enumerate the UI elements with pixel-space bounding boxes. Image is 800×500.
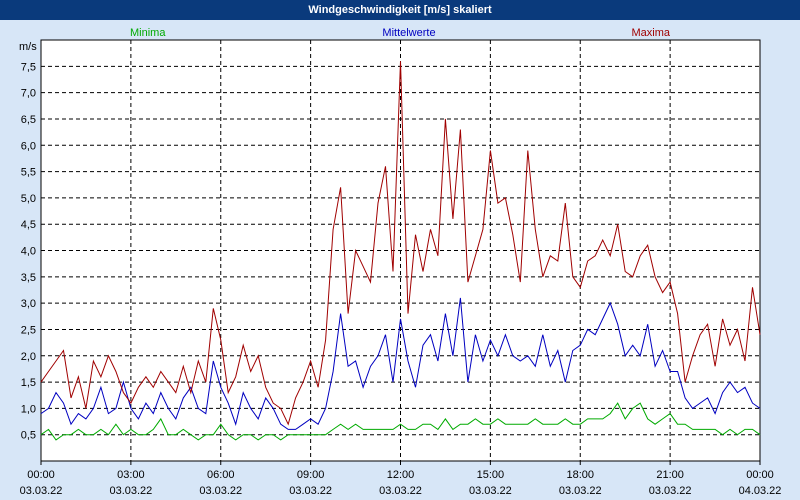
y-tick-label: 5,0 xyxy=(21,193,36,205)
x-tick-time: 15:00 xyxy=(477,469,505,481)
x-tick-time: 03:00 xyxy=(117,469,145,481)
x-tick-date: 03.03.22 xyxy=(559,485,602,497)
y-tick-label: 6,5 xyxy=(21,114,36,126)
legend-minima: Minima xyxy=(130,27,166,39)
x-tick-date: 03.03.22 xyxy=(469,485,512,497)
y-tick-label: 7,5 xyxy=(21,61,36,73)
y-tick-label: 3,5 xyxy=(21,272,36,284)
x-tick-time: 18:00 xyxy=(566,469,594,481)
y-tick-label: 2,0 xyxy=(21,351,36,363)
y-tick-label: 5,5 xyxy=(21,167,36,179)
y-tick-label: 4,0 xyxy=(21,246,36,258)
x-axis: 00:00 03.03.22 03:00 03.03.22 06:00 03.03.22 0… xyxy=(20,461,782,497)
legend-mittelwerte: Mittelwerte xyxy=(382,27,435,39)
y-tick-label: 2,5 xyxy=(21,324,36,336)
y-axis-label: m/s xyxy=(19,41,37,53)
y-tick-label: 6,0 xyxy=(21,140,36,152)
x-tick-date: 03.03.22 xyxy=(289,485,332,497)
y-tick-label: 1,0 xyxy=(21,403,36,415)
x-tick-time: 09:00 xyxy=(297,469,325,481)
x-tick-time: 12:00 xyxy=(387,469,415,481)
y-tick-label: 1,5 xyxy=(21,377,36,389)
chart-title: Windgeschwindigkeit [m/s] skaliert xyxy=(0,0,800,20)
x-tick-date: 04.03.22 xyxy=(739,485,782,497)
x-tick-time: 06:00 xyxy=(207,469,235,481)
x-tick-date: 03.03.22 xyxy=(649,485,692,497)
y-tick-label: 4,5 xyxy=(21,219,36,231)
y-tick-label: 7,0 xyxy=(21,88,36,100)
x-tick-date: 03.03.22 xyxy=(199,485,242,497)
x-tick-time: 21:00 xyxy=(656,469,684,481)
legend-maxima: Maxima xyxy=(631,27,670,39)
y-tick-label: 0,5 xyxy=(21,430,36,442)
x-tick-date: 03.03.22 xyxy=(379,485,422,497)
y-tick-label: 3,0 xyxy=(21,298,36,310)
x-tick-date: 03.03.22 xyxy=(20,485,63,497)
y-axis: 0,5 1,0 1,5 2,0 2,5 3,0 3,5 4,0 4,5 5,0 5,5 6,0 6,5 7… xyxy=(21,61,36,441)
x-tick-date: 03.03.22 xyxy=(109,485,152,497)
x-tick-time: 00:00 xyxy=(746,469,774,481)
x-tick-time: 00:00 xyxy=(27,469,55,481)
line-chart: 0,5 1,0 1,5 2,0 2,5 3,0 3,5 4,0 4,5 5,0 5,5 6,0 6,5 7… xyxy=(19,27,782,497)
